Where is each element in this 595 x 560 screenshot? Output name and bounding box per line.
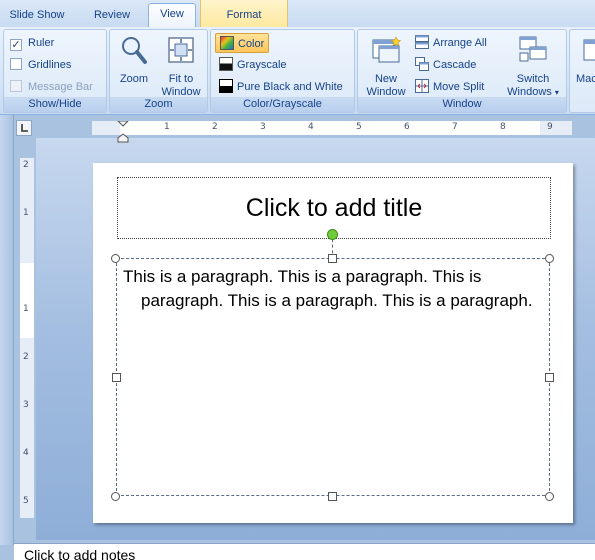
grayscale-label: Grayscale: [237, 59, 287, 71]
notes-placeholder[interactable]: Click to add notes: [24, 547, 135, 560]
group-label-show-hide: Show/Hide: [4, 97, 106, 112]
resize-handle-bottom[interactable]: [328, 492, 337, 501]
gridlines-checkbox[interactable]: Gridlines: [10, 56, 71, 74]
new-window-button[interactable]: New Window: [362, 32, 410, 99]
resize-handle-bottom-left[interactable]: [111, 492, 120, 501]
fit-to-window-button[interactable]: Fit to Window: [156, 32, 206, 99]
ruler-number: 2: [23, 352, 29, 362]
cascade-icon: [415, 57, 429, 71]
move-split-button[interactable]: Move Split: [415, 77, 484, 97]
arrange-all-button[interactable]: Arrange All: [415, 33, 487, 53]
ruler-number: 1: [164, 122, 170, 132]
ruler-number: 5: [356, 122, 362, 132]
ruler-number: 1: [23, 208, 29, 218]
black-white-swatch-icon: [219, 79, 233, 93]
body-paragraph[interactable]: This is a paragraph. This is a paragraph…: [123, 265, 533, 313]
ribbon: ✓ Ruler Gridlines Message Bar Show/Hide Z…: [0, 27, 595, 115]
resize-handle-top[interactable]: [328, 254, 337, 263]
grayscale-swatch-icon: [219, 57, 233, 71]
move-split-icon: [415, 79, 429, 93]
resize-handle-top-right[interactable]: [545, 254, 554, 263]
group-zoom: Zoom Fit to Window Zoom: [109, 29, 208, 113]
indent-marker-icon[interactable]: [116, 121, 130, 143]
switch-windows-icon: [519, 36, 547, 62]
message-bar-checkbox: Message Bar: [10, 78, 93, 96]
group-window: New Window Arrange All Cascade Move Spli…: [357, 29, 567, 113]
ruler-number: 4: [23, 448, 29, 458]
group-color-grayscale: Color Grayscale Pure Black and White Col…: [210, 29, 355, 113]
resize-handle-right[interactable]: [545, 373, 554, 382]
resize-handle-left[interactable]: [112, 373, 121, 382]
macros-label: Mac: [576, 73, 595, 85]
cascade-label: Cascade: [433, 59, 477, 71]
checkbox-checked-icon[interactable]: ✓: [10, 39, 22, 51]
message-bar-label: Message Bar: [28, 81, 93, 93]
gridlines-label: Gridlines: [28, 59, 72, 71]
checkbox-icon[interactable]: [10, 58, 22, 70]
group-label-zoom: Zoom: [110, 97, 207, 112]
group-macros: Mac: [569, 29, 595, 113]
ruler-number: 7: [452, 122, 458, 132]
tab-stop-selector[interactable]: [16, 120, 32, 136]
checkbox-icon: [10, 80, 22, 92]
new-window-icon: [372, 36, 402, 63]
pure-black-white-button[interactable]: Pure Black and White: [219, 77, 343, 97]
notes-pane[interactable]: Click to add notes: [14, 543, 595, 560]
ruler-number: 6: [404, 122, 410, 132]
ruler-active-area: [120, 121, 540, 135]
resize-handle-top-left[interactable]: [111, 254, 120, 263]
group-label-color-grayscale: Color/Grayscale: [211, 97, 354, 112]
switch-windows-button[interactable]: Switch Windows ▾: [504, 32, 562, 99]
ruler-number: 1: [23, 304, 29, 314]
ruler-number: 5: [23, 496, 29, 506]
ruler-number: 3: [260, 122, 266, 132]
ruler-number: 2: [23, 160, 29, 170]
ruler-number: 2: [212, 122, 218, 132]
tab-format[interactable]: Format: [200, 0, 288, 27]
tab-slide-show[interactable]: Slide Show: [0, 5, 74, 27]
arrange-all-label: Arrange All: [433, 37, 487, 49]
ruler-number: 3: [23, 400, 29, 410]
vertical-ruler[interactable]: 2 1 1 2 3 4 5: [20, 158, 34, 518]
ruler-label: Ruler: [28, 37, 55, 49]
dropdown-arrow-icon: ▾: [554, 88, 559, 97]
color-swatch-icon: [220, 36, 234, 50]
macros-button[interactable]: Mac: [576, 32, 595, 86]
pure-bw-label: Pure Black and White: [237, 81, 343, 93]
arrange-all-icon: [415, 35, 429, 49]
color-button[interactable]: Color: [215, 33, 270, 53]
grayscale-button[interactable]: Grayscale: [219, 55, 287, 75]
resize-handle-bottom-right[interactable]: [545, 492, 554, 501]
fit-window-icon: [168, 37, 194, 63]
slide[interactable]: Click to add title This is a paragraph. …: [93, 163, 573, 523]
ruler-active-area: [20, 263, 34, 338]
new-window-label-line1: New: [374, 73, 397, 85]
ribbon-tab-bar: Slide Show Review View Format: [0, 0, 595, 28]
zoom-button[interactable]: Zoom: [114, 32, 154, 86]
switch-label-line1: Switch: [516, 73, 550, 85]
ruler-checkbox[interactable]: ✓ Ruler: [10, 34, 54, 52]
left-tab-icon: [21, 124, 28, 132]
color-label: Color: [238, 38, 265, 50]
ruler-number: 9: [547, 122, 553, 132]
move-split-label: Move Split: [433, 81, 485, 93]
body-text-box[interactable]: This is a paragraph. This is a paragraph…: [116, 258, 550, 496]
zoom-label: Zoom: [119, 73, 149, 85]
ruler-number: 4: [308, 122, 314, 132]
ruler-number: 8: [500, 122, 506, 132]
horizontal-ruler[interactable]: 1 2 3 4 5 6 7 8 9: [92, 121, 572, 143]
group-label-window: Window: [358, 97, 566, 112]
macros-icon: [583, 39, 595, 61]
tab-review[interactable]: Review: [76, 5, 148, 27]
rotate-handle[interactable]: [327, 229, 338, 240]
magnifier-icon: [122, 37, 147, 64]
cascade-button[interactable]: Cascade: [415, 55, 476, 75]
slides-pane-edge[interactable]: [0, 115, 14, 545]
title-placeholder-text[interactable]: Click to add title: [118, 194, 550, 223]
tab-view[interactable]: View: [148, 3, 196, 28]
fit-label-line1: Fit to: [168, 73, 194, 85]
group-show-hide: ✓ Ruler Gridlines Message Bar Show/Hide: [3, 29, 107, 113]
